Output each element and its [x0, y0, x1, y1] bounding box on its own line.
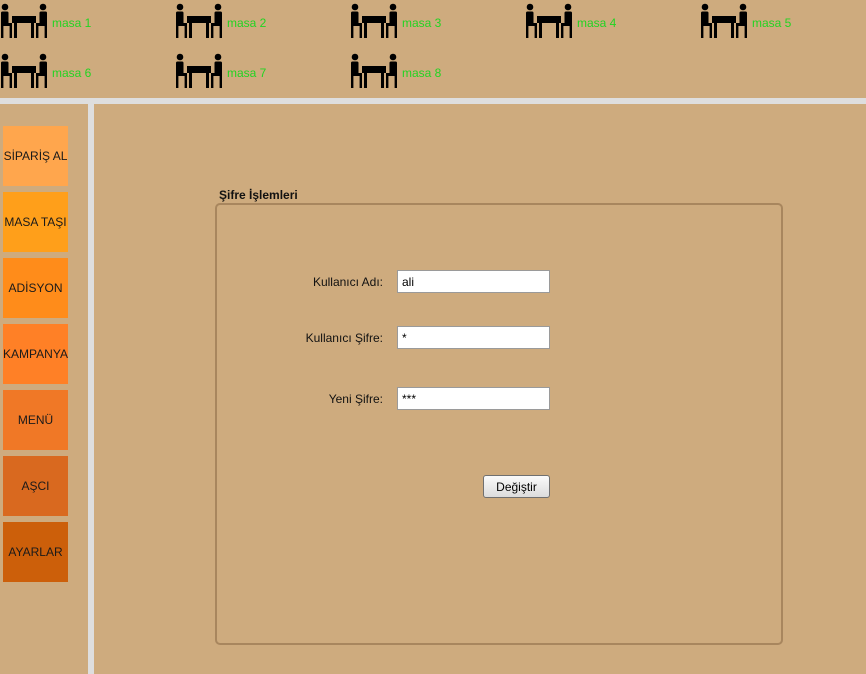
table-label: masa 1: [52, 16, 92, 30]
dining-table-icon: [1, 3, 47, 38]
horizontal-divider: [0, 98, 866, 104]
dining-table-icon: [701, 3, 747, 38]
sidebar-item-menu[interactable]: MENÜ: [3, 390, 68, 450]
vertical-divider: [88, 104, 94, 674]
new-password-label: Yeni Şifre:: [328, 392, 383, 406]
table-label: masa 2: [227, 16, 267, 30]
table-6[interactable]: masa 6: [0, 50, 100, 90]
table-label: masa 8: [402, 66, 442, 80]
dining-table-icon: [351, 3, 397, 38]
table-4[interactable]: masa 4: [525, 0, 625, 40]
table-strip: masa 1 masa 2 masa 3 masa 4 masa 5 masa …: [0, 0, 866, 98]
table-3[interactable]: masa 3: [350, 0, 450, 40]
sidebar-item-asci[interactable]: AŞCI: [3, 456, 68, 516]
new-password-field[interactable]: [397, 387, 550, 410]
password-label: Kullanıcı Şifre:: [305, 331, 383, 345]
dining-table-icon: [176, 3, 222, 38]
panel-title: Şifre İşlemleri: [219, 188, 298, 202]
change-button[interactable]: Değiştir: [483, 475, 550, 498]
table-5[interactable]: masa 5: [700, 0, 800, 40]
username-label: Kullanıcı Adı:: [312, 275, 383, 289]
table-1[interactable]: masa 1: [0, 0, 100, 40]
table-label: masa 6: [52, 66, 92, 80]
table-label: masa 4: [577, 16, 617, 30]
dining-table-icon: [1, 53, 47, 88]
sidebar-item-siparis-al[interactable]: SİPARİŞ AL: [3, 126, 68, 186]
table-2[interactable]: masa 2: [175, 0, 275, 40]
dining-table-icon: [176, 53, 222, 88]
table-label: masa 5: [752, 16, 792, 30]
sidebar-item-kampanya[interactable]: KAMPANYA: [3, 324, 68, 384]
table-label: masa 3: [402, 16, 442, 30]
table-8[interactable]: masa 8: [350, 50, 450, 90]
sidebar-item-ayarlar[interactable]: AYARLAR: [3, 522, 68, 582]
username-field[interactable]: [397, 270, 550, 293]
dining-table-icon: [526, 3, 572, 38]
sidebar-item-adisyon[interactable]: ADİSYON: [3, 258, 68, 318]
dining-table-icon: [351, 53, 397, 88]
table-label: masa 7: [227, 66, 267, 80]
password-field[interactable]: [397, 326, 550, 349]
table-7[interactable]: masa 7: [175, 50, 275, 90]
sidebar-item-masa-tasi[interactable]: MASA TAŞI: [3, 192, 68, 252]
